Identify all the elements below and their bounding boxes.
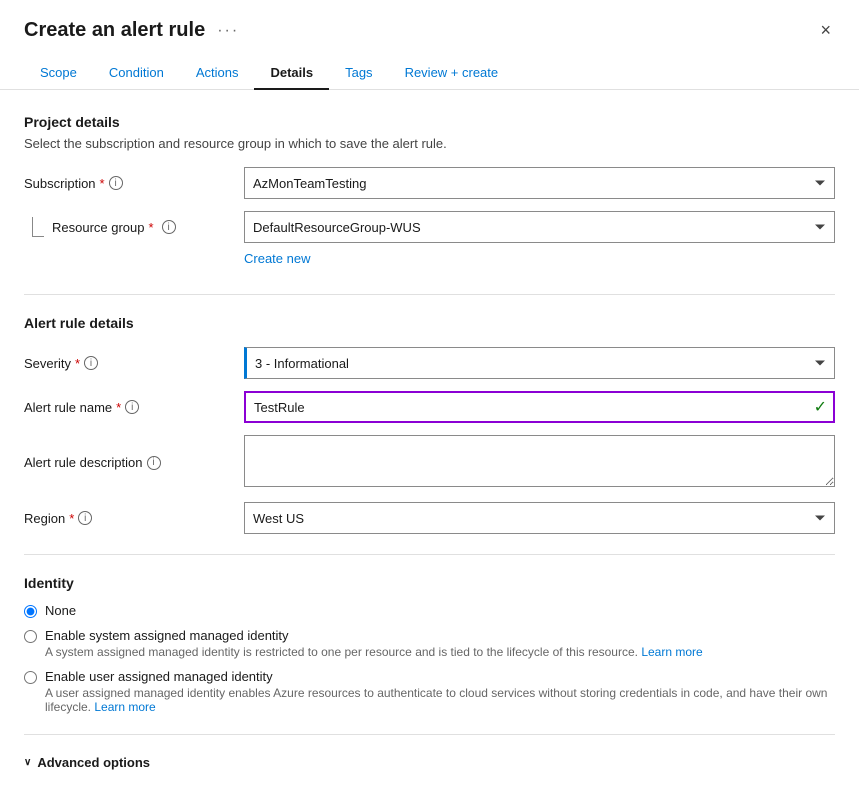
- identity-section-title: Identity: [24, 575, 835, 591]
- indent-line: [24, 211, 44, 243]
- resource-group-select[interactable]: DefaultResourceGroup-WUS: [244, 211, 835, 243]
- project-details-section: Project details Select the subscription …: [24, 114, 835, 274]
- divider-2: [24, 554, 835, 555]
- severity-required: *: [75, 356, 80, 371]
- tab-review-create[interactable]: Review + create: [389, 57, 515, 90]
- identity-system-label-area: Enable system assigned managed identity …: [45, 628, 703, 659]
- create-alert-rule-dialog: Create an alert rule ··· × Scope Conditi…: [0, 0, 859, 794]
- resource-group-info-icon[interactable]: i: [162, 220, 176, 234]
- divider-3: [24, 734, 835, 735]
- subscription-control: AzMonTeamTesting: [244, 167, 835, 199]
- identity-system-desc: A system assigned managed identity is re…: [45, 645, 703, 659]
- alert-rule-name-info-icon[interactable]: i: [125, 400, 139, 414]
- identity-user-label: Enable user assigned managed identity: [45, 669, 835, 684]
- user-assigned-learn-more-link[interactable]: Learn more: [94, 700, 155, 714]
- alert-rule-name-control: ✓: [244, 391, 835, 423]
- tab-condition[interactable]: Condition: [93, 57, 180, 90]
- identity-none-label: None: [45, 603, 76, 618]
- tab-details[interactable]: Details: [254, 57, 329, 90]
- region-select[interactable]: West US: [244, 502, 835, 534]
- identity-system-row: Enable system assigned managed identity …: [24, 628, 835, 659]
- create-new-link[interactable]: Create new: [244, 251, 310, 266]
- alert-rule-name-required: *: [116, 400, 121, 415]
- identity-none-row: None: [24, 603, 835, 618]
- alert-rule-description-label: Alert rule description i: [24, 455, 244, 470]
- alert-rule-details-section: Alert rule details Severity * i 0 - Crit…: [24, 315, 835, 534]
- identity-user-label-area: Enable user assigned managed identity A …: [45, 669, 835, 714]
- identity-none-label-area: None: [45, 603, 76, 618]
- region-required: *: [69, 511, 74, 526]
- indent-line-svg: [32, 217, 44, 237]
- alert-rule-details-title: Alert rule details: [24, 315, 835, 331]
- dialog-dots: ···: [217, 22, 239, 40]
- subscription-label: Subscription * i: [24, 176, 244, 191]
- identity-user-radio[interactable]: [24, 671, 37, 684]
- severity-select-wrapper: 0 - Critical 1 - Error 2 - Warning 3 - I…: [244, 347, 835, 379]
- identity-none-radio[interactable]: [24, 605, 37, 618]
- alert-rule-name-input[interactable]: [244, 391, 835, 423]
- resource-group-required: *: [149, 220, 154, 235]
- advanced-options-label: Advanced options: [37, 755, 150, 770]
- region-label: Region * i: [24, 511, 244, 526]
- alert-rule-name-row: Alert rule name * i ✓: [24, 391, 835, 423]
- resource-group-label-area: Resource group * i: [24, 211, 244, 243]
- region-control: West US: [244, 502, 835, 534]
- alert-rule-description-input[interactable]: [244, 435, 835, 487]
- identity-user-row: Enable user assigned managed identity A …: [24, 669, 835, 714]
- alert-rule-description-control: [244, 435, 835, 490]
- divider-1: [24, 294, 835, 295]
- tab-bar: Scope Condition Actions Details Tags Rev…: [0, 45, 859, 90]
- resource-group-select-wrapper: DefaultResourceGroup-WUS: [244, 211, 835, 243]
- severity-row: Severity * i 0 - Critical 1 - Error 2 - …: [24, 347, 835, 379]
- alert-rule-description-row: Alert rule description i: [24, 435, 835, 490]
- project-details-title: Project details: [24, 114, 835, 130]
- subscription-info-icon[interactable]: i: [109, 176, 123, 190]
- resource-group-row: Resource group * i DefaultResourceGroup-…: [24, 211, 835, 243]
- alert-rule-name-input-wrapper: ✓: [244, 391, 835, 423]
- severity-info-icon[interactable]: i: [84, 356, 98, 370]
- advanced-options-section[interactable]: ∨ Advanced options: [24, 755, 835, 770]
- subscription-required: *: [100, 176, 105, 191]
- system-assigned-learn-more-link[interactable]: Learn more: [641, 645, 702, 659]
- tab-scope[interactable]: Scope: [24, 57, 93, 90]
- subscription-select-wrapper: AzMonTeamTesting: [244, 167, 835, 199]
- alert-rule-name-checkmark: ✓: [814, 397, 827, 417]
- identity-system-label: Enable system assigned managed identity: [45, 628, 703, 643]
- severity-control: 0 - Critical 1 - Error 2 - Warning 3 - I…: [244, 347, 835, 379]
- identity-section: Identity None Enable system assigned man…: [24, 575, 835, 714]
- alert-rule-name-label: Alert rule name * i: [24, 400, 244, 415]
- resource-group-control: DefaultResourceGroup-WUS: [244, 211, 835, 243]
- dialog-title: Create an alert rule: [24, 19, 205, 42]
- severity-label: Severity * i: [24, 356, 244, 371]
- close-button[interactable]: ×: [816, 16, 835, 45]
- subscription-row: Subscription * i AzMonTeamTesting: [24, 167, 835, 199]
- tab-tags[interactable]: Tags: [329, 57, 388, 90]
- region-info-icon[interactable]: i: [78, 511, 92, 525]
- alert-rule-description-info-icon[interactable]: i: [147, 456, 161, 470]
- severity-select[interactable]: 0 - Critical 1 - Error 2 - Warning 3 - I…: [244, 347, 835, 379]
- region-row: Region * i West US: [24, 502, 835, 534]
- dialog-header: Create an alert rule ··· ×: [0, 0, 859, 45]
- subscription-select[interactable]: AzMonTeamTesting: [244, 167, 835, 199]
- tab-actions[interactable]: Actions: [180, 57, 255, 90]
- region-select-wrapper: West US: [244, 502, 835, 534]
- project-details-desc: Select the subscription and resource gro…: [24, 136, 835, 151]
- advanced-options-chevron-icon: ∨: [24, 757, 31, 768]
- main-content: Project details Select the subscription …: [0, 90, 859, 794]
- identity-system-radio[interactable]: [24, 630, 37, 643]
- identity-user-desc: A user assigned managed identity enables…: [45, 686, 835, 714]
